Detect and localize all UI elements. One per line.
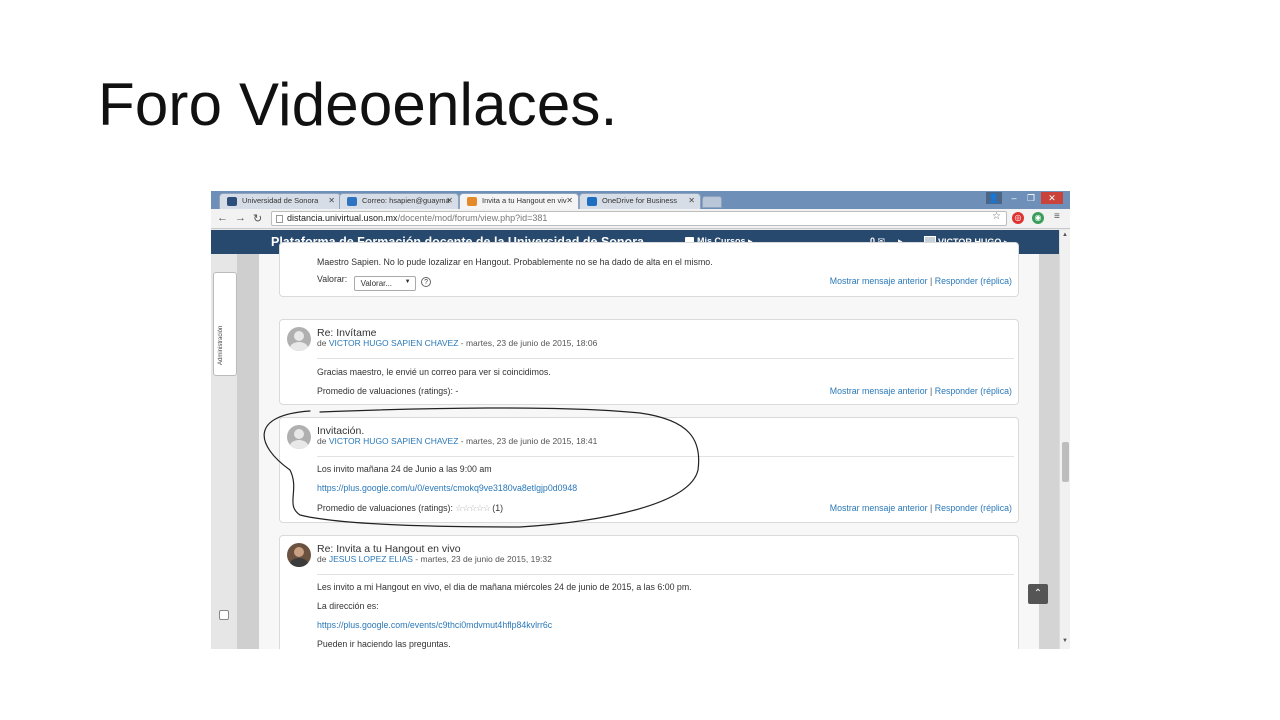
reply-link[interactable]: Responder (réplica): [935, 503, 1012, 513]
browser-tab-bar: Universidad de Sonora ✕ Correo: hsapien@…: [211, 191, 1070, 209]
scroll-to-top-button[interactable]: ⌃: [1028, 584, 1048, 604]
rating-count: (1): [492, 503, 504, 513]
browser-tab[interactable]: Correo: hsapien@guayma ✕: [339, 193, 459, 209]
post-date: - martes, 23 de junio de 2015, 18:41: [458, 436, 598, 446]
university-favicon-icon: [227, 197, 237, 206]
browser-tab-active[interactable]: Invita a tu Hangout en viv ✕: [459, 193, 579, 209]
admin-label: Administración: [218, 325, 224, 365]
bookmark-star-icon[interactable]: ☆: [992, 211, 1001, 222]
event-link[interactable]: https://plus.google.com/u/0/events/cmokq…: [317, 483, 577, 493]
post-date: - martes, 23 de junio de 2015, 18:06: [458, 338, 598, 348]
post-actions: Mostrar mensaje anterior | Responder (ré…: [829, 503, 1012, 513]
close-tab-icon[interactable]: ✕: [688, 196, 695, 205]
post-actions: Mostrar mensaje anterior | Responder (ré…: [829, 386, 1012, 396]
forward-icon[interactable]: →: [235, 212, 246, 224]
close-tab-icon[interactable]: ✕: [566, 196, 573, 205]
reply-link[interactable]: Responder (réplica): [935, 386, 1012, 396]
post-author-link[interactable]: VICTOR HUGO SAPIEN CHAVEZ: [329, 436, 459, 446]
tab-label: Correo: hsapien@guayma: [362, 196, 450, 205]
left-column: [237, 254, 259, 649]
page-icon: [276, 215, 283, 223]
event-link[interactable]: https://plus.google.com/events/c9thci0md…: [317, 620, 552, 630]
post-ratings: Promedio de valuaciones (ratings): -: [317, 386, 459, 396]
tab-label: Universidad de Sonora: [242, 196, 319, 205]
scrollbar[interactable]: ▲ ▼: [1059, 230, 1070, 649]
forum-content: Maestro Sapien. No lo pude lozalizar en …: [259, 242, 1039, 649]
post-body-text: Les invito a mi Hangout en vivo, el dia …: [317, 582, 692, 592]
url-host: distancia.univirtual.uson.mx: [287, 213, 398, 223]
post-byline: de VICTOR HUGO SAPIEN CHAVEZ - martes, 2…: [317, 436, 597, 446]
post-body-text: Los invito mañana 24 de Junio a las 9:00…: [317, 464, 492, 474]
forum-post: Re: Invita a tu Hangout en vivo de JESUS…: [279, 535, 1019, 649]
close-window-icon[interactable]: ✕: [1041, 192, 1063, 204]
new-tab-button[interactable]: [702, 196, 722, 208]
rating-select-value: Valorar...: [360, 279, 393, 288]
post-byline: de JESUS LOPEZ ELIAS - martes, 23 de jun…: [317, 554, 552, 564]
forum-post: Invitación. de VICTOR HUGO SAPIEN CHAVEZ…: [279, 417, 1019, 523]
slide-title: Foro Videoenlaces.: [98, 71, 618, 138]
post-date: - martes, 23 de junio de 2015, 19:32: [412, 554, 552, 564]
onedrive-favicon-icon: [587, 197, 597, 206]
administration-block[interactable]: Administración: [213, 272, 237, 376]
post-author-link[interactable]: VICTOR HUGO SAPIEN CHAVEZ: [329, 338, 459, 348]
browser-tab[interactable]: Universidad de Sonora ✕: [219, 193, 341, 209]
tab-label: OneDrive for Business: [602, 196, 678, 205]
close-tab-icon[interactable]: ✕: [328, 196, 335, 205]
byline-prefix: de: [317, 554, 327, 564]
scroll-up-icon[interactable]: ▲: [1062, 232, 1068, 238]
rating-select[interactable]: Valorar... ▼: [353, 276, 416, 291]
extension-icon[interactable]: ◉: [1032, 212, 1044, 224]
rating-label: Valorar:: [317, 274, 348, 284]
restore-icon[interactable]: ❐: [1023, 192, 1039, 204]
back-icon[interactable]: ←: [217, 212, 228, 224]
page-body: Administración Maestro Sapien. No lo pud…: [211, 242, 1059, 649]
post-divider: [317, 358, 1014, 359]
post-divider: [317, 574, 1014, 575]
user-avatar-photo[interactable]: [287, 543, 311, 567]
show-parent-link[interactable]: Mostrar mensaje anterior: [830, 503, 928, 513]
menu-icon[interactable]: ≡: [1054, 211, 1060, 222]
post-divider: [317, 456, 1014, 457]
reply-link[interactable]: Responder (réplica): [935, 276, 1012, 286]
close-tab-icon[interactable]: ✕: [446, 196, 453, 205]
profile-icon[interactable]: 👤: [986, 192, 1002, 204]
ratings-label: Promedio de valuaciones (ratings):: [317, 503, 453, 513]
post-ratings: Promedio de valuaciones (ratings): ☆☆☆☆☆…: [317, 503, 503, 514]
show-parent-link[interactable]: Mostrar mensaje anterior: [830, 386, 928, 396]
moodle-favicon-icon: [467, 197, 477, 206]
dropdown-caret-icon: ▼: [404, 279, 411, 285]
byline-prefix: de: [317, 338, 327, 348]
address-bar: ← → ↻ distancia.univirtual.uson.mx/docen…: [211, 209, 1070, 229]
post-author-link[interactable]: JESUS LOPEZ ELIAS: [329, 554, 413, 564]
tab-label: Invita a tu Hangout en viv: [482, 196, 567, 205]
show-parent-link[interactable]: Mostrar mensaje anterior: [830, 276, 928, 286]
byline-prefix: de: [317, 436, 327, 446]
dock-icon[interactable]: [219, 610, 229, 620]
post-body-text: Maestro Sapien. No lo pude lozalizar en …: [317, 257, 713, 267]
browser-tab[interactable]: OneDrive for Business ✕: [579, 193, 701, 209]
rating-stars-icon: ☆☆☆☆☆: [455, 503, 490, 513]
forum-post: Maestro Sapien. No lo pude lozalizar en …: [279, 242, 1019, 297]
post-actions: Mostrar mensaje anterior | Responder (ré…: [829, 276, 1012, 286]
scroll-down-icon[interactable]: ▼: [1062, 638, 1068, 644]
minimize-icon[interactable]: –: [1006, 192, 1022, 204]
url-input[interactable]: distancia.univirtual.uson.mx/docente/mod…: [271, 211, 1007, 226]
post-body-text: La dirección es:: [317, 601, 379, 611]
help-icon[interactable]: ?: [421, 277, 432, 287]
user-avatar[interactable]: [287, 425, 311, 449]
url-path: /docente/mod/forum/view.php?id=381: [397, 213, 548, 223]
user-avatar[interactable]: [287, 327, 311, 351]
scroll-thumb[interactable]: [1062, 442, 1069, 482]
post-byline: de VICTOR HUGO SAPIEN CHAVEZ - martes, 2…: [317, 338, 597, 348]
post-body-text: Gracias maestro, le envié un correo para…: [317, 367, 551, 377]
forum-post: Re: Invítame de VICTOR HUGO SAPIEN CHAVE…: [279, 319, 1019, 405]
extension-icon[interactable]: ◎: [1012, 212, 1024, 224]
rating-row: Valorar: Valorar... ▼ ?: [317, 274, 432, 291]
browser-screenshot: Universidad de Sonora ✕ Correo: hsapien@…: [211, 191, 1070, 649]
mail-favicon-icon: [347, 197, 357, 206]
post-body-text: Pueden ir haciendo las preguntas.: [317, 639, 451, 649]
reload-icon[interactable]: ↻: [253, 212, 262, 225]
